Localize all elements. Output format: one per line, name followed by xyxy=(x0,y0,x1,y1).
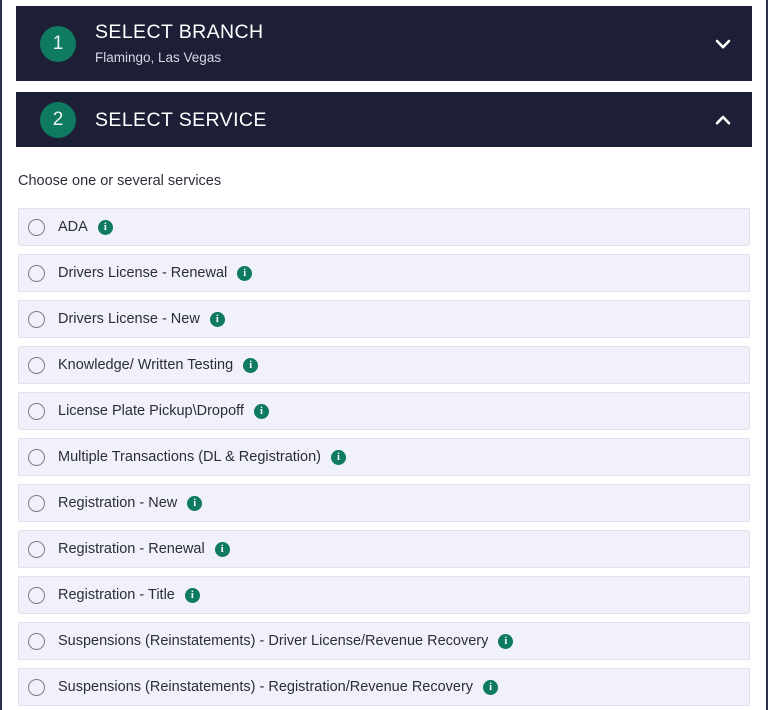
service-option-label: Drivers License - Renewal xyxy=(58,264,228,281)
info-icon[interactable]: i xyxy=(187,495,203,511)
service-radio-button[interactable] xyxy=(28,678,45,696)
service-option-row[interactable]: ADA i xyxy=(18,208,750,246)
service-radio-button[interactable] xyxy=(28,218,45,236)
info-icon[interactable]: i xyxy=(253,403,269,419)
step-text-group-1: SELECT BRANCH Flamingo, Las Vegas xyxy=(95,21,702,66)
service-option-row[interactable]: License Plate Pickup\Dropoff i xyxy=(18,392,750,430)
service-option-label: Multiple Transactions (DL & Registration… xyxy=(58,448,321,465)
step-number-badge-1: 1 xyxy=(40,25,76,62)
step-title-select-branch: SELECT BRANCH xyxy=(95,21,264,43)
service-radio-button[interactable] xyxy=(28,540,45,558)
info-icon[interactable]: i xyxy=(330,449,346,465)
service-radio-button[interactable] xyxy=(28,448,45,466)
service-options-list: ADA i Drivers License - Renewal i Drivers Li… xyxy=(2,208,766,706)
service-option-row[interactable]: Registration - Renewal i xyxy=(18,530,750,568)
appointment-booking-page: 1 SELECT BRANCH Flamingo, Las Vegas 2 SE… xyxy=(0,0,768,710)
service-radio-button[interactable] xyxy=(28,264,45,282)
service-option-row[interactable]: Drivers License - Renewal i xyxy=(18,254,750,292)
service-option-row[interactable]: Knowledge/ Written Testing i xyxy=(18,346,750,384)
info-icon[interactable]: i xyxy=(243,357,259,373)
service-option-label: License Plate Pickup\Dropoff xyxy=(58,402,244,419)
info-icon[interactable]: i xyxy=(498,633,514,649)
service-radio-button[interactable] xyxy=(28,402,45,420)
step-header-select-branch[interactable]: 1 SELECT BRANCH Flamingo, Las Vegas xyxy=(16,6,752,81)
service-option-row[interactable]: Suspensions (Reinstatements) - Driver Li… xyxy=(18,622,750,660)
service-option-row[interactable]: Suspensions (Reinstatements) - Registrat… xyxy=(18,668,750,706)
service-radio-button[interactable] xyxy=(28,310,45,328)
service-radio-button[interactable] xyxy=(28,586,45,604)
service-radio-button[interactable] xyxy=(28,356,45,374)
service-option-label: Registration - New xyxy=(58,494,178,511)
service-option-label: Suspensions (Reinstatements) - Driver Li… xyxy=(58,632,489,649)
service-option-label: Registration - Renewal xyxy=(58,540,205,557)
step-header-select-service[interactable]: 2 SELECT SERVICE xyxy=(16,92,752,147)
step-text-group-2: SELECT SERVICE xyxy=(95,109,702,131)
info-icon[interactable]: i xyxy=(483,679,499,695)
info-icon[interactable]: i xyxy=(209,311,225,327)
service-option-row[interactable]: Registration - Title i xyxy=(18,576,750,614)
service-selection-instruction: Choose one or several services xyxy=(18,173,222,189)
service-option-label: Suspensions (Reinstatements) - Registrat… xyxy=(58,678,474,695)
info-icon[interactable]: i xyxy=(237,265,253,281)
chevron-down-icon[interactable] xyxy=(712,33,734,55)
service-radio-button[interactable] xyxy=(28,632,45,650)
service-option-label: Registration - Title xyxy=(58,586,175,603)
step-subtitle-selected-branch: Flamingo, Las Vegas xyxy=(95,50,222,65)
service-option-label: Knowledge/ Written Testing xyxy=(58,356,234,373)
service-option-row[interactable]: Registration - New i xyxy=(18,484,750,522)
info-icon[interactable]: i xyxy=(97,219,113,235)
step-title-select-service: SELECT SERVICE xyxy=(95,108,267,131)
service-option-row[interactable]: Multiple Transactions (DL & Registration… xyxy=(18,438,750,476)
service-option-label: ADA xyxy=(58,218,88,235)
step-number-badge-2: 2 xyxy=(40,101,76,138)
info-icon[interactable]: i xyxy=(214,541,230,557)
service-radio-button[interactable] xyxy=(28,494,45,512)
chevron-up-icon[interactable] xyxy=(712,109,734,131)
info-icon[interactable]: i xyxy=(184,587,200,603)
service-option-row[interactable]: Drivers License - New i xyxy=(18,300,750,338)
service-option-label: Drivers License - New xyxy=(58,310,200,327)
